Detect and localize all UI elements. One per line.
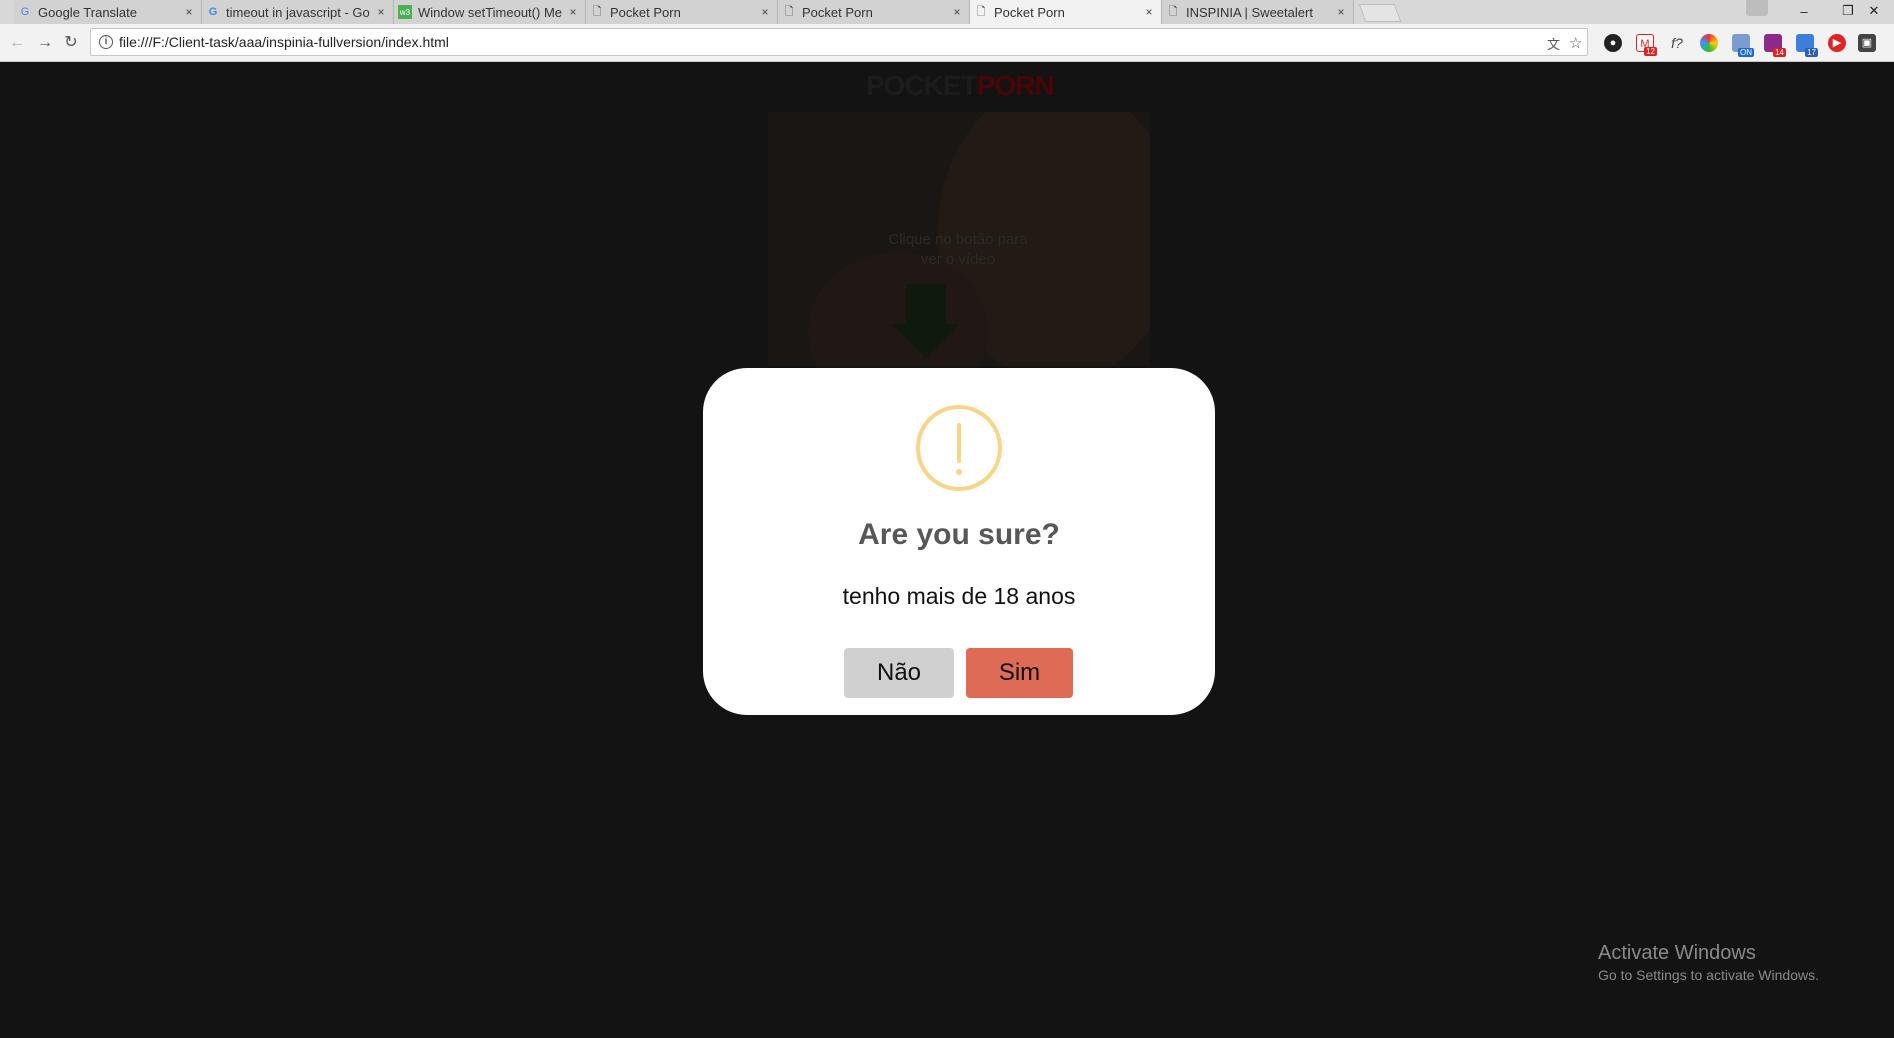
profile-icon[interactable] [1746, 0, 1768, 16]
extension-17-icon[interactable]: 17 [1796, 34, 1818, 57]
watermark-title: Activate Windows [1598, 942, 1756, 964]
screenshot-extension-icon[interactable]: ▣ [1858, 34, 1876, 52]
page-icon: 🗋 [784, 5, 794, 18]
activate-windows-watermark: Activate Windows Go to Settings to activ… [1598, 942, 1819, 983]
tab-title: Google Translate [38, 4, 138, 20]
close-icon[interactable]: × [183, 5, 195, 19]
tab-pocket-porn-1[interactable]: 🗋 Pocket Porn × [586, 0, 778, 24]
tab-pocket-porn-2[interactable]: 🗋 Pocket Porn × [778, 0, 970, 24]
arrow-head [892, 324, 960, 358]
dialog-title: Are you sure? [858, 518, 1060, 551]
logo-part-1: POCKET [866, 70, 978, 101]
address-url[interactable]: file:///F:/Client-task/aaa/inspinia-full… [119, 34, 449, 50]
close-window-button[interactable]: ✕ [1854, 0, 1894, 22]
google-icon: G [208, 6, 218, 18]
info-icon[interactable]: i [99, 35, 113, 49]
video-thumbnail: Clique no botão para ver o vídeo [768, 112, 1150, 366]
tab-window-settimeout[interactable]: w3 Window setTimeout() Me × [394, 0, 586, 24]
browser-tab-strip: G Google Translate × G timeout in javasc… [0, 0, 1894, 24]
warning-icon-dot [956, 469, 962, 475]
formula-extension-icon[interactable]: f? [1668, 34, 1686, 52]
video-cta-line-2: ver o vídeo [920, 251, 996, 268]
extension-14-badge: 14 [1773, 48, 1786, 57]
gmail-extension-icon[interactable]: M 12 [1636, 34, 1657, 56]
tab-google-translate[interactable]: G Google Translate × [14, 0, 202, 24]
page-icon: 🗋 [1168, 5, 1178, 18]
tab-title: Pocket Porn [610, 4, 681, 20]
page-icon: 🗋 [592, 5, 602, 18]
close-icon[interactable]: × [951, 5, 963, 19]
forward-button[interactable]: → [36, 34, 54, 52]
tab-title: Window setTimeout() Me [418, 4, 562, 20]
page-icon: 🗋 [976, 5, 986, 18]
warning-icon [916, 405, 1002, 491]
camera-extension-icon[interactable]: ● [1604, 34, 1622, 52]
w3schools-icon: w3 [398, 5, 412, 19]
back-button[interactable]: ← [8, 34, 26, 52]
watermark-subtitle: Go to Settings to activate Windows. [1598, 967, 1819, 983]
color-picker-extension-icon[interactable] [1700, 34, 1718, 52]
calendar-badge: ON [1738, 48, 1754, 57]
minimize-button[interactable]: – [1784, 0, 1824, 22]
video-cta-text: Clique no botão para ver o vídeo [868, 230, 1048, 270]
new-tab-button[interactable] [1358, 4, 1402, 22]
tab-title: timeout in javascript - Go [226, 4, 370, 20]
site-logo: POCKETPORN [866, 70, 1055, 102]
gmail-badge: 12 [1644, 47, 1657, 56]
tab-title: Pocket Porn [994, 4, 1065, 20]
tab-title: Pocket Porn [802, 4, 873, 20]
video-cta-line-1: Clique no botão para [888, 231, 1028, 248]
tab-timeout-search[interactable]: G timeout in javascript - Go × [202, 0, 394, 24]
arrow-stem [906, 284, 946, 324]
warning-icon-bar [957, 423, 961, 463]
google-translate-icon: G [20, 6, 30, 18]
extension-14-icon[interactable]: 14 [1764, 34, 1786, 57]
translate-icon[interactable]: 文 [1547, 34, 1560, 53]
close-icon[interactable]: × [1335, 5, 1347, 19]
reload-button[interactable]: ↻ [62, 34, 80, 52]
calendar-extension-icon[interactable]: ON [1732, 34, 1754, 57]
tab-title: INSPINIA | Sweetalert [1186, 4, 1313, 20]
close-icon[interactable]: × [567, 5, 579, 19]
star-icon[interactable]: ☆ [1569, 34, 1582, 52]
youtube-extension-icon[interactable]: ▶ [1828, 34, 1846, 52]
address-bar[interactable]: i file:///F:/Client-task/aaa/inspinia-fu… [90, 28, 1588, 56]
close-icon[interactable]: × [759, 5, 771, 19]
logo-part-2: PORN [976, 70, 1055, 101]
dialog-text: tenho mais de 18 anos [842, 583, 1076, 609]
cancel-button[interactable]: Não [844, 648, 954, 698]
extension-17-badge: 17 [1805, 48, 1818, 57]
close-icon[interactable]: × [375, 5, 387, 19]
close-icon[interactable]: × [1143, 5, 1155, 19]
tab-pocket-porn-active[interactable]: 🗋 Pocket Porn × [970, 0, 1162, 24]
confirm-dialog: Are you sure? tenho mais de 18 anos Não … [703, 368, 1215, 715]
confirm-button[interactable]: Sim [966, 648, 1073, 698]
tab-inspinia-sweetalert[interactable]: 🗋 INSPINIA | Sweetalert × [1162, 0, 1354, 24]
